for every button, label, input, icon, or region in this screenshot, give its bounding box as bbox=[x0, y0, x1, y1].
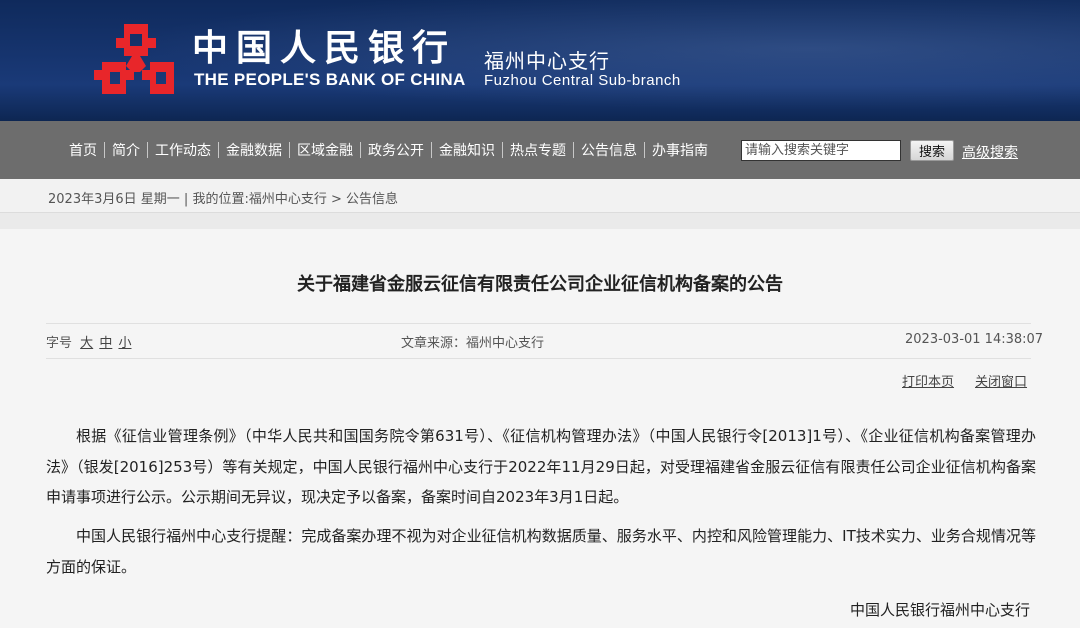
breadcrumb-divider: | bbox=[183, 192, 189, 207]
search-input[interactable] bbox=[741, 140, 901, 161]
font-size-small-link[interactable]: 小 bbox=[118, 336, 131, 351]
font-size-label: 字号 bbox=[46, 336, 73, 351]
nav-item-hot-topics[interactable]: 热点专题 bbox=[503, 140, 573, 160]
nav-item-service-guide[interactable]: 办事指南 bbox=[645, 140, 715, 160]
article-paragraph-2: 中国人民银行福州中心支行提醒：完成备案办理不视为对企业征信机构数据质量、服务水平… bbox=[46, 527, 1036, 576]
breadcrumb-arrow: > bbox=[330, 192, 342, 207]
nav-item-announcements[interactable]: 公告信息 bbox=[574, 140, 644, 160]
header-banner: 中国人民银行 THE PEOPLE'S BANK OF CHINA 福州中心支行… bbox=[0, 0, 1080, 121]
nav-item-work-news[interactable]: 工作动态 bbox=[148, 140, 218, 160]
source-value: 福州中心支行 bbox=[466, 336, 545, 351]
location-label: 我的位置: bbox=[192, 192, 249, 207]
search-button[interactable]: 搜索 bbox=[910, 140, 954, 161]
nav-items: 首页 简介 工作动态 金融数据 区域金融 政务公开 金融知识 热点专题 公告信息… bbox=[62, 121, 715, 179]
nav-item-gov-affairs[interactable]: 政务公开 bbox=[361, 140, 431, 160]
nav-item-regional-finance[interactable]: 区域金融 bbox=[290, 140, 360, 160]
breadcrumb-item-branch[interactable]: 福州中心支行 bbox=[249, 192, 327, 207]
divider bbox=[46, 323, 1031, 324]
nav-item-home[interactable]: 首页 bbox=[62, 140, 104, 160]
close-window-link[interactable]: 关闭窗口 bbox=[975, 371, 1027, 390]
article-source: 文章来源：福州中心支行 bbox=[401, 332, 544, 351]
branch-name-en: Fuzhou Central Sub-branch bbox=[484, 72, 681, 89]
print-page-link[interactable]: 打印本页 bbox=[902, 371, 954, 390]
article-paragraph-1: 根据《征信业管理条例》（中华人民共和国国务院令第631号）、《征信机构管理办法》… bbox=[46, 427, 1036, 506]
branch-name-cn: 福州中心支行 bbox=[484, 49, 610, 73]
nav-item-financial-data[interactable]: 金融数据 bbox=[219, 140, 289, 160]
breadcrumb-bar: 2023年3月6日 星期一 | 我的位置:福州中心支行 > 公告信息 bbox=[0, 179, 1080, 213]
bank-name-en: THE PEOPLE'S BANK OF CHINA bbox=[194, 70, 466, 89]
nav-item-intro[interactable]: 简介 bbox=[105, 140, 147, 160]
breadcrumb: 2023年3月6日 星期一 | 我的位置:福州中心支行 > 公告信息 bbox=[48, 188, 398, 207]
pboc-logo-icon bbox=[94, 24, 174, 94]
nav-item-financial-knowledge[interactable]: 金融知识 bbox=[432, 140, 502, 160]
breadcrumb-item-announcements[interactable]: 公告信息 bbox=[346, 192, 398, 207]
font-size-controls: 字号 大 中 小 bbox=[46, 332, 131, 351]
divider bbox=[46, 358, 1031, 359]
current-date: 2023年3月6日 星期一 bbox=[48, 192, 180, 207]
font-size-medium-link[interactable]: 中 bbox=[99, 336, 112, 351]
publish-datetime: 2023-03-01 14:38:07 bbox=[905, 332, 1044, 347]
article-title: 关于福建省金服云征信有限责任公司企业征信机构备案的公告 bbox=[297, 274, 783, 295]
source-label: 文章来源： bbox=[401, 336, 467, 351]
article-signature: 中国人民银行福州中心支行 bbox=[849, 601, 1030, 619]
bank-name-cn: 中国人民银行 bbox=[192, 27, 457, 69]
font-size-large-link[interactable]: 大 bbox=[80, 336, 93, 351]
advanced-search-link[interactable]: 高级搜索 bbox=[962, 142, 1018, 162]
